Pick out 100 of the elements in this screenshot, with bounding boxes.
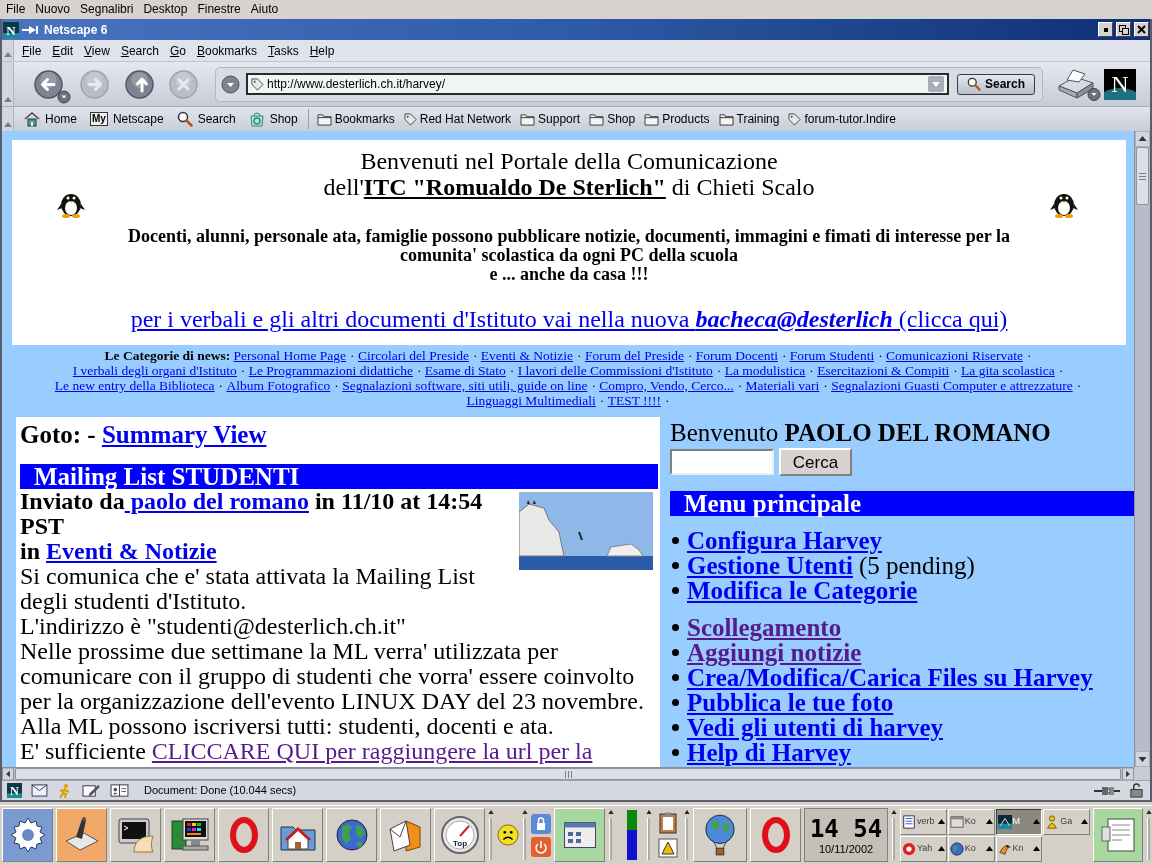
lock-icon[interactable]	[531, 813, 551, 834]
menu-link[interactable]: Pubblica le tue foto	[687, 690, 894, 715]
toolbar-grippy[interactable]	[2, 62, 14, 106]
toolbar-button[interactable]: Shop	[246, 109, 300, 129]
bookmark-folder[interactable]: Training	[718, 109, 780, 129]
toolbar-button[interactable]: Search	[174, 109, 238, 129]
category-link[interactable]: Le new entry della Biblioteca	[54, 378, 215, 393]
category-link[interactable]: I verbali degli organi d'Istituto	[72, 363, 237, 378]
category-link[interactable]: La modulistica	[724, 363, 806, 378]
toolbar-button[interactable]: My Netscape	[88, 109, 166, 129]
menu-item[interactable]: Desktop	[138, 1, 193, 18]
menu-item[interactable]: Edit	[50, 41, 76, 60]
printer-icon[interactable]	[1055, 67, 1101, 101]
url-field[interactable]: http://www.desterlich.ch.it/harvey/	[246, 73, 949, 95]
category-link[interactable]: Eventi & Notizie	[480, 348, 574, 363]
byline-link[interactable]: Eventi & Notizie	[46, 538, 217, 564]
menu-link[interactable]: Configura Harvey	[687, 528, 883, 553]
category-link[interactable]: Segnalazioni Guasti Computer e attrezzature	[831, 378, 1073, 393]
maximize-button[interactable]	[1116, 22, 1131, 37]
pin-icon[interactable]	[22, 24, 38, 35]
category-link[interactable]: Album Fotografico	[226, 378, 331, 393]
task-button[interactable]: M	[995, 808, 1043, 835]
dropdown-icon[interactable]	[221, 74, 240, 94]
menu-item[interactable]: Tasks	[266, 41, 301, 60]
logo-icon[interactable]: N	[1104, 68, 1136, 100]
envelope-icon[interactable]	[31, 784, 48, 797]
scroll-up-arrow[interactable]	[1135, 131, 1150, 147]
menu-link[interactable]: Modifica le Categorie	[687, 578, 918, 603]
submit-button[interactable]: Cerca	[779, 448, 852, 476]
category-link[interactable]: Forum Studenti	[789, 348, 875, 363]
logo-icon[interactable]: N	[7, 783, 22, 798]
byline-link[interactable]: paolo del romano	[124, 488, 309, 514]
text-link[interactable]: CLICCARE QUI per raggiungere la url per la	[151, 738, 593, 764]
toolbar-grippy[interactable]	[2, 107, 14, 131]
warning-icon[interactable]	[658, 838, 678, 858]
panel-handle[interactable]	[1146, 808, 1152, 862]
scroll-left-arrow[interactable]	[2, 768, 14, 780]
menu-item[interactable]: View	[82, 41, 112, 60]
scrollbar-thumb[interactable]	[1136, 147, 1149, 205]
minimize-button[interactable]	[1098, 22, 1113, 37]
menu-link[interactable]: Scollegamento	[687, 615, 842, 640]
task-button[interactable]: Ko	[947, 835, 995, 862]
menu-item[interactable]: Bookmarks	[194, 41, 259, 60]
compose-icon[interactable]	[82, 783, 101, 798]
category-link[interactable]: Materiali vari	[745, 378, 820, 393]
menu-item[interactable]: Nuovo	[30, 1, 76, 18]
back-button[interactable]	[34, 69, 71, 104]
category-link[interactable]: Personal Home Page	[233, 348, 347, 363]
menu-link[interactable]: Crea/Modifica/Carica Files su Harvey	[687, 665, 1093, 690]
category-link[interactable]: Segnalazioni software, siti utili, guide on line	[342, 378, 588, 393]
menu-item[interactable]: Finestre	[192, 1, 246, 18]
k-menu-button[interactable]	[2, 808, 53, 862]
menu-arrow-icon[interactable]	[985, 846, 993, 851]
launcher-button[interactable]	[110, 808, 161, 862]
category-link[interactable]: Compro, Vendo, Cerco...	[599, 378, 734, 393]
task-button[interactable]: verb	[900, 808, 947, 835]
category-link[interactable]: Esercitazioni & Compiti	[817, 363, 950, 378]
menu-link[interactable]: Gestione Utenti	[687, 553, 853, 578]
scroll-down-arrow[interactable]	[1135, 751, 1150, 767]
panel-handle[interactable]	[522, 808, 528, 862]
bacheca-link[interactable]: per i verbali e gli altri documenti d'Istituto vai nella nuova bacheca@desterlich (clicca qui)	[130, 306, 1008, 332]
menu-link[interactable]: Help di Harvey	[687, 740, 851, 765]
launcher-button[interactable]	[272, 808, 323, 862]
panel-handle[interactable]	[684, 808, 690, 862]
power-icon[interactable]	[531, 836, 551, 857]
vertical-scrollbar[interactable]	[1134, 131, 1150, 767]
goto-link[interactable]: Summary View	[101, 421, 267, 448]
search-field[interactable]	[670, 449, 774, 475]
category-link[interactable]: Circolari del Preside	[357, 348, 469, 363]
toolbar-grippy[interactable]	[2, 40, 14, 61]
sad-face-icon[interactable]	[497, 824, 519, 846]
logo-icon[interactable]: N	[3, 21, 19, 38]
padlock-icon[interactable]	[1129, 783, 1144, 798]
menu-item[interactable]: Help	[307, 41, 337, 60]
launcher-button[interactable]	[56, 808, 107, 862]
menu-item[interactable]: Segnalibri	[75, 1, 139, 18]
menu-item[interactable]: Aiuto	[245, 1, 284, 18]
category-link[interactable]: Comunicazioni Riservate	[886, 348, 1023, 363]
task-button[interactable]: Ko	[947, 808, 995, 835]
panel-handle[interactable]	[608, 808, 614, 862]
launcher-button[interactable]	[554, 808, 605, 862]
reload-button[interactable]	[125, 69, 154, 99]
clipboard-icon[interactable]	[658, 812, 678, 834]
menu-arrow-icon[interactable]	[985, 819, 993, 824]
menu-link[interactable]: Vedi gli utenti di harvey	[687, 715, 944, 740]
menu-arrow-icon[interactable]	[937, 819, 945, 824]
launcher-button[interactable]	[164, 808, 215, 862]
menu-item[interactable]: Go	[167, 41, 188, 60]
bookmark-folder[interactable]: Support	[520, 109, 581, 129]
category-link[interactable]: La gita scolastica	[961, 363, 1055, 378]
search-button[interactable]: Search	[957, 73, 1035, 95]
menu-link[interactable]: Aggiungi notizie	[687, 640, 862, 665]
category-link[interactable]: Forum Docenti	[695, 348, 778, 363]
bookmark-link[interactable]: forum-tutor.Indire	[788, 109, 896, 129]
toolbar-button[interactable]: Home	[22, 109, 79, 129]
category-link[interactable]: Le Programmazioni didattiche	[248, 363, 413, 378]
menu-item[interactable]: Search	[118, 41, 161, 60]
launcher-button[interactable]	[693, 808, 747, 862]
category-link[interactable]: Esame di Stato	[424, 363, 506, 378]
panel-handle[interactable]	[646, 808, 652, 862]
